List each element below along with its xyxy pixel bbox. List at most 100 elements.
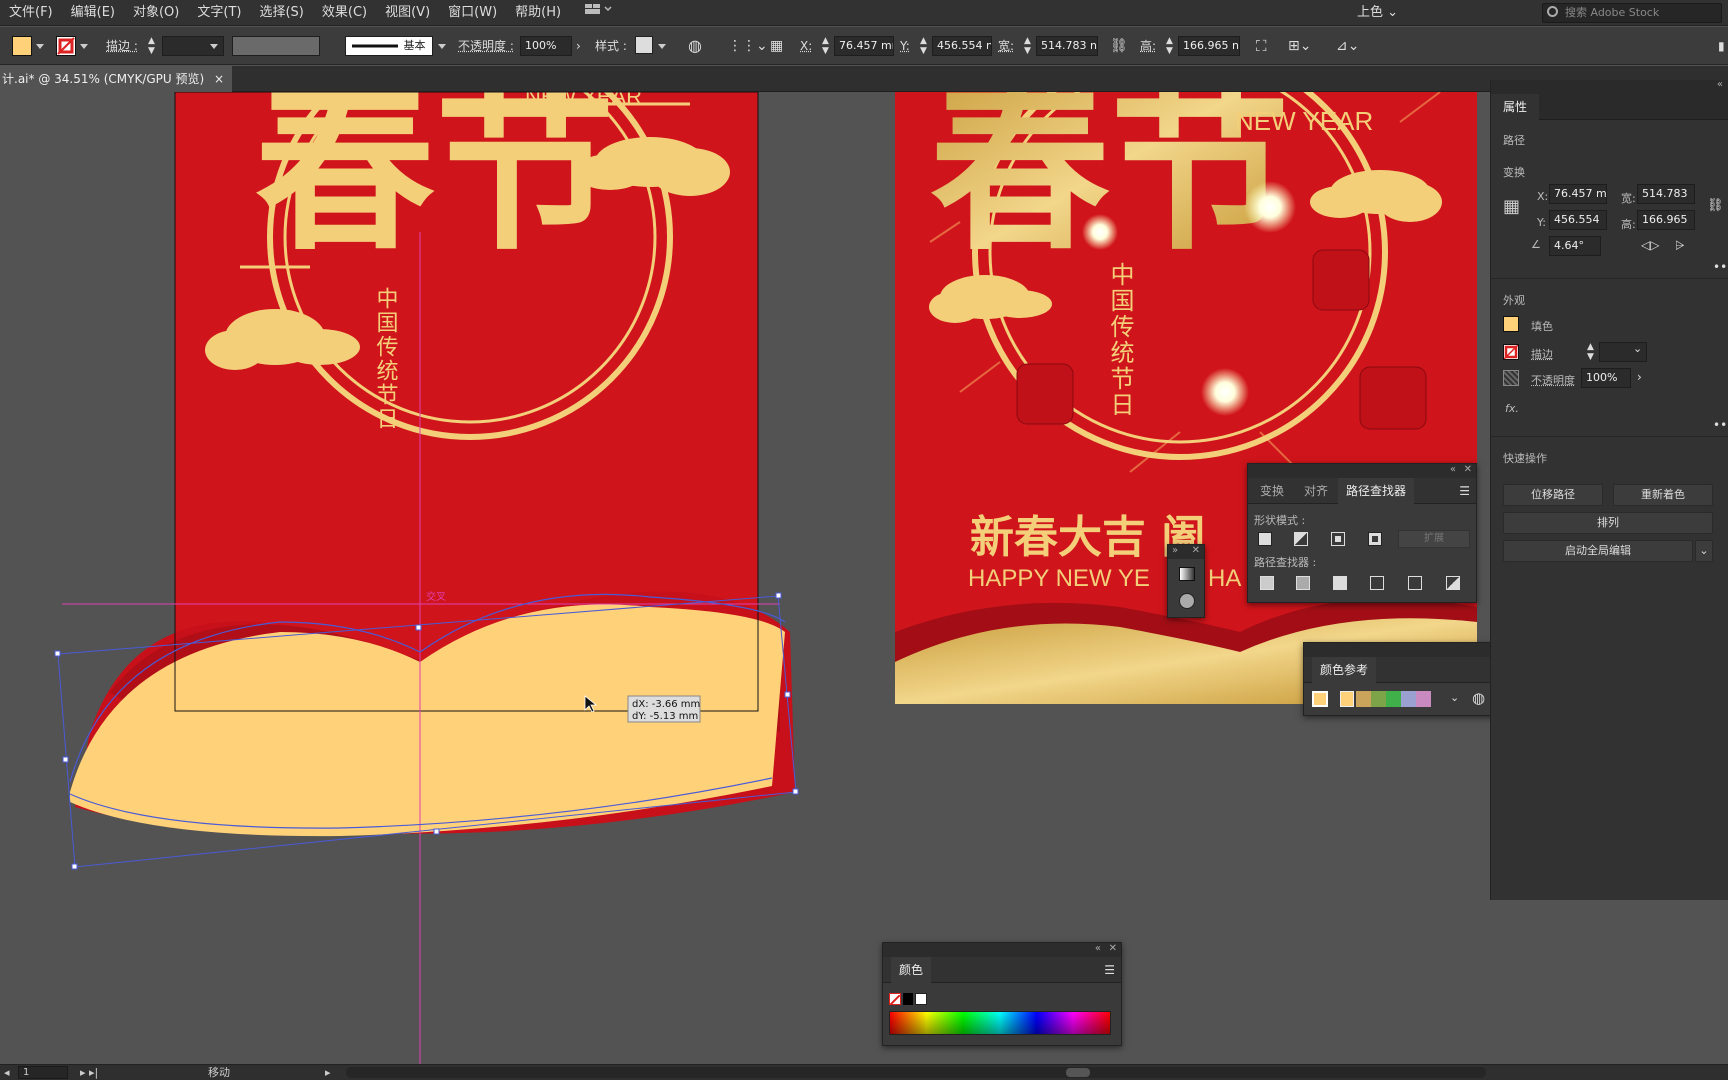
close-icon[interactable]: ✕ [1464, 464, 1472, 475]
trim-icon[interactable] [1296, 576, 1310, 590]
menu-window[interactable]: 窗口(W) [439, 0, 506, 26]
tab-color-guide[interactable]: 颜色参考 [1312, 657, 1376, 683]
reference-point-icon[interactable]: ▦ [1503, 196, 1520, 217]
isolate-icon[interactable]: ⊿⌄ [1336, 36, 1359, 56]
panel-menu-icon[interactable]: ☰ [1459, 484, 1470, 498]
h-field[interactable]: 166.965 [1637, 210, 1695, 230]
transparency-icon[interactable] [1179, 593, 1195, 609]
h-stepper-icon[interactable]: ▲ ▼ [1166, 36, 1173, 56]
tab-transform[interactable]: 变换 [1252, 478, 1292, 504]
page-nav-next-icon[interactable]: ▸ ▸| [80, 1065, 98, 1080]
close-icon[interactable]: × [214, 66, 224, 92]
close-icon[interactable]: ✕ [1192, 545, 1200, 556]
chevron-right-icon[interactable]: › [576, 36, 581, 56]
recolor-icon[interactable]: ◍ [688, 36, 702, 56]
arrange-documents-icon[interactable] [570, 0, 621, 26]
gradient-icon[interactable] [1179, 567, 1195, 581]
expand-button[interactable]: 扩展 [1398, 530, 1470, 548]
global-edit-options-button[interactable]: ⌄ [1695, 540, 1713, 562]
y-field[interactable]: 456.554 n [932, 36, 992, 56]
reference-point-icon[interactable]: ▦ [770, 36, 783, 56]
opacity-label[interactable]: 不透明度 [1531, 372, 1575, 388]
tab-properties[interactable]: 属性 [1491, 94, 1539, 120]
stock-search-input[interactable]: 搜索 Adobe Stock [1542, 3, 1722, 23]
h-field[interactable]: 166.965 n [1178, 36, 1240, 56]
workspace-switcher[interactable]: 上色 ⌄ [1357, 0, 1398, 26]
x-stepper-icon[interactable]: ▲ ▼ [822, 36, 829, 56]
white-swatch[interactable] [915, 993, 927, 1005]
artboard-number-field[interactable]: 1 [18, 1066, 68, 1079]
collapse-icon[interactable]: « [1450, 464, 1456, 475]
close-icon[interactable]: ✕ [1109, 943, 1117, 954]
collapse-icon[interactable]: « [1717, 79, 1723, 90]
global-edit-button[interactable]: 启动全局编辑 [1503, 540, 1693, 562]
x-field[interactable]: 76.457 m [1549, 184, 1607, 204]
align-icon[interactable]: ⊞⌄ [1288, 36, 1311, 56]
fx-label[interactable]: fx. [1505, 402, 1519, 415]
menu-effect[interactable]: 效果(C) [313, 0, 376, 26]
chevron-down-icon[interactable]: ⌄ [1633, 342, 1642, 355]
unite-icon[interactable] [1258, 532, 1272, 546]
menu-type[interactable]: 文字(T) [188, 0, 250, 26]
stroke-label[interactable]: 描边 : [106, 36, 138, 56]
base-color-swatch[interactable] [1312, 691, 1328, 707]
merge-icon[interactable] [1333, 576, 1347, 590]
tab-pathfinder[interactable]: 路径查找器 [1338, 478, 1414, 504]
constrain-proportions-icon[interactable]: ⛓ [1707, 198, 1724, 213]
w-field[interactable]: 514.783 n [1036, 36, 1098, 56]
harmony-swatch[interactable] [1401, 691, 1416, 707]
menu-file[interactable]: 文件(F) [0, 0, 62, 26]
y-field[interactable]: 456.554 [1549, 210, 1607, 230]
menu-object[interactable]: 对象(O) [124, 0, 188, 26]
transform-icon[interactable]: ⛶ [1256, 36, 1267, 56]
stroke-none-swatch[interactable] [56, 36, 76, 56]
panel-menu-icon[interactable]: ☰ [1104, 963, 1115, 977]
harmony-swatch[interactable] [1386, 691, 1401, 707]
harmony-swatch[interactable] [1356, 691, 1371, 707]
x-field[interactable]: 76.457 mm [834, 36, 894, 56]
rotate-angle-field[interactable]: 4.64° [1549, 236, 1601, 256]
outline-icon[interactable] [1408, 576, 1422, 590]
arrange-button[interactable]: 排列 [1503, 512, 1713, 534]
menu-more-icon[interactable]: ▮ [1718, 36, 1725, 56]
harmony-base-swatch[interactable] [1340, 691, 1354, 707]
crop-icon[interactable] [1370, 576, 1384, 590]
recolor-button[interactable]: 重新着色 [1613, 484, 1713, 506]
chevron-down-icon[interactable] [658, 44, 666, 49]
stroke-stepper-icon[interactable]: ▲ ▼ [1587, 342, 1594, 362]
tab-align[interactable]: 对齐 [1296, 478, 1336, 504]
intersect-icon[interactable] [1331, 532, 1345, 546]
page-nav-prev-icon[interactable]: ◂ [4, 1065, 10, 1080]
more-options-icon[interactable]: ••• [1713, 418, 1728, 432]
menu-select[interactable]: 选择(S) [250, 0, 312, 26]
opacity-field[interactable]: 100% [520, 36, 572, 56]
harmony-swatch[interactable] [1416, 691, 1431, 707]
minus-back-icon[interactable] [1446, 576, 1460, 590]
y-stepper-icon[interactable]: ▲ ▼ [920, 36, 927, 56]
divide-icon[interactable] [1260, 576, 1274, 590]
chevron-down-icon[interactable] [80, 44, 88, 49]
minus-front-icon[interactable] [1294, 532, 1308, 546]
menu-edit[interactable]: 编辑(E) [62, 0, 124, 26]
graphic-style-swatch[interactable] [635, 36, 653, 54]
horizontal-scrollbar[interactable] [346, 1067, 1486, 1078]
stroke-label[interactable]: 描边 [1531, 346, 1553, 362]
variable-width-profile[interactable] [232, 36, 320, 56]
offset-path-button[interactable]: 位移路径 [1503, 484, 1603, 506]
chevron-down-icon[interactable]: ⌄ [1450, 691, 1459, 704]
flip-horizontal-icon[interactable]: ◁▷ [1641, 238, 1659, 252]
recolor-artwork-icon[interactable]: ◍ [1472, 689, 1485, 707]
chevron-down-icon[interactable] [438, 44, 446, 49]
flip-vertical-icon[interactable]: ⩥ [1675, 238, 1685, 253]
fill-swatch[interactable] [12, 36, 32, 56]
status-menu-icon[interactable]: ▸ [325, 1065, 331, 1080]
none-swatch[interactable] [889, 993, 901, 1005]
opacity-label[interactable]: 不透明度 : [458, 36, 514, 56]
opacity-field[interactable]: 100% [1581, 368, 1631, 388]
chevron-right-icon[interactable]: › [1637, 370, 1642, 384]
w-field[interactable]: 514.783 [1637, 184, 1695, 204]
align-options-icon[interactable]: ⋮⋮⌄ [728, 36, 768, 56]
w-stepper-icon[interactable]: ▲ ▼ [1024, 36, 1031, 56]
constrain-proportions-icon[interactable]: ⛓ [1110, 36, 1128, 56]
harmony-swatches[interactable] [1356, 691, 1431, 707]
